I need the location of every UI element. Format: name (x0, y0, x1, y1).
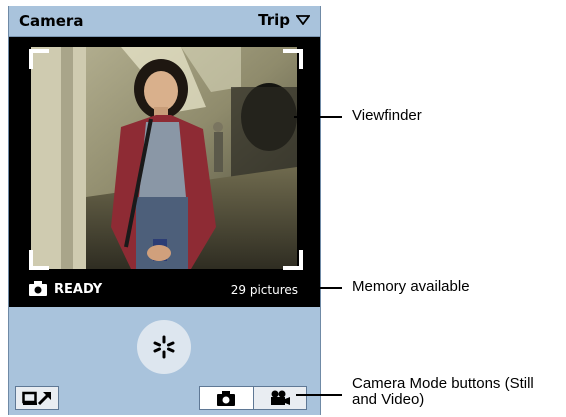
viewfinder[interactable]: READY 29 pictures (9, 37, 320, 307)
memory-available: 29 pictures (230, 283, 298, 297)
status-text: READY (54, 282, 103, 297)
view-pictures-icon (22, 391, 51, 406)
shutter-icon (153, 335, 175, 359)
mode-buttons-callout: Camera Mode buttons (Still and Video) (352, 376, 566, 408)
video-mode-button[interactable] (253, 386, 307, 410)
category-selector[interactable]: Trip (258, 11, 310, 29)
camera-icon (217, 390, 236, 406)
frame-corner (29, 49, 49, 69)
callout-line (302, 287, 342, 289)
mode-callout-line-1: Camera Mode buttons (Still (352, 375, 534, 392)
mode-callout-line-2: and Video) (352, 391, 425, 408)
frame-corner (283, 250, 303, 270)
shutter-button[interactable] (137, 320, 191, 374)
camera-icon (29, 281, 47, 296)
category-label: Trip (258, 11, 290, 29)
viewfinder-callout: Viewfinder (352, 107, 422, 124)
view-pictures-button[interactable] (15, 386, 59, 410)
frame-corner (283, 49, 303, 69)
video-camera-icon (270, 390, 290, 405)
triangle-down-icon (296, 15, 310, 25)
memory-callout: Memory available (352, 278, 470, 295)
device-screen: Camera Trip READY 29 pictures (8, 6, 321, 415)
callout-line (296, 394, 342, 396)
viewfinder-image (31, 47, 297, 269)
frame-corner (29, 250, 49, 270)
app-title: Camera (19, 12, 84, 30)
status-bar: READY 29 pictures (9, 280, 320, 302)
title-bar: Camera Trip (9, 6, 320, 37)
still-mode-button[interactable] (199, 386, 254, 410)
viewfinder-preview (31, 47, 297, 269)
camera-mode-buttons (199, 386, 307, 410)
callout-line (294, 116, 342, 118)
